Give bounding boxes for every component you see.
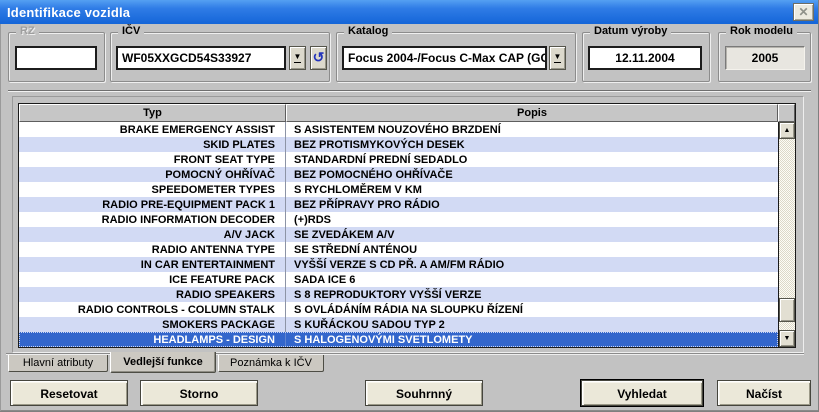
undo-icon: ↺ (313, 50, 325, 64)
tab-poznamka-k-icv[interactable]: Poznámka k IČV (218, 355, 324, 372)
cell-typ: SMOKERS PACKAGE (19, 317, 286, 332)
katalog-group: Katalog Focus 2004-/Focus C-Max CAP (GC … (336, 32, 576, 82)
cell-popis: S 8 REPRODUKTORY VYŠŠÍ VERZE (286, 288, 778, 302)
column-header-typ[interactable]: Typ (19, 104, 286, 122)
column-header-pad (778, 104, 795, 122)
cell-typ: ICE FEATURE PACK (19, 272, 286, 287)
cell-popis: VYŠŠÍ VERZE S CD PŘ. A AM/FM RÁDIO (286, 258, 778, 272)
table-row[interactable]: IN CAR ENTERTAINMENT VYŠŠÍ VERZE S CD PŘ… (19, 257, 778, 272)
table-row[interactable]: RADIO CONTROLS - COLUMN STALK S OVLÁDÁNÍ… (19, 302, 778, 317)
datum-vyroby-group: Datum výroby 12.11.2004 (582, 32, 710, 82)
cell-typ: RADIO SPEAKERS (19, 287, 286, 302)
storno-button[interactable]: Storno (140, 380, 258, 406)
table-row[interactable]: HEADLAMPS - DESIGN S HALOGENOVÝMI SVETLO… (19, 332, 778, 347)
cell-typ: POMOCNÝ OHŘÍVAČ (19, 167, 286, 182)
scrollbar-track[interactable] (779, 139, 795, 330)
table-row[interactable]: RADIO PRE-EQUIPMENT PACK 1 BEZ PŘÍPRAVY … (19, 197, 778, 212)
scrollbar-thumb[interactable] (779, 298, 795, 322)
close-icon: ✕ (798, 5, 808, 19)
table-row[interactable]: BRAKE EMERGENCY ASSIST S ASISTENTEM NOUZ… (19, 122, 778, 137)
souhrnny-button[interactable]: Souhrnný (365, 380, 483, 406)
rok-modelu-label: Rok modelu (726, 25, 797, 37)
cell-popis: S OVLÁDÁNÍM RÁDIA NA SLOUPKU ŘÍZENÍ (286, 303, 778, 317)
table-row[interactable]: ICE FEATURE PACK SADA ICE 6 (19, 272, 778, 287)
rz-group: RZ (8, 32, 105, 82)
cell-typ: SKID PLATES (19, 137, 286, 152)
title-bar: Identifikace vozidla ✕ (0, 0, 819, 24)
vertical-scrollbar[interactable]: ▲ ▼ (778, 122, 795, 347)
cell-typ: RADIO PRE-EQUIPMENT PACK 1 (19, 197, 286, 212)
table-header: Typ Popis (19, 104, 795, 122)
cell-typ: RADIO ANTENNA TYPE (19, 242, 286, 257)
katalog-value[interactable]: Focus 2004-/Focus C-Max CAP (GC (342, 46, 547, 70)
cell-typ: RADIO CONTROLS - COLUMN STALK (19, 302, 286, 317)
grid-panel: Typ Popis BRAKE EMERGENCY ASSIST S ASIST… (12, 96, 804, 353)
datum-vyroby-value[interactable]: 12.11.2004 (588, 46, 702, 70)
window-title: Identifikace vozidla (0, 5, 130, 20)
cell-popis: BEZ PROTISMYKOVÝCH DESEK (286, 138, 778, 152)
table-row[interactable]: RADIO ANTENNA TYPE SE STŘEDNÍ ANTÉNOU (19, 242, 778, 257)
scroll-down-button[interactable]: ▼ (779, 330, 795, 347)
icv-dropdown-button[interactable]: ▼ (289, 46, 306, 70)
rz-label: RZ (16, 25, 39, 37)
cell-popis: SADA ICE 6 (286, 273, 778, 287)
rok-modelu-value: 2005 (725, 46, 805, 70)
resetovat-button[interactable]: Resetovat (10, 380, 128, 406)
attributes-table: Typ Popis BRAKE EMERGENCY ASSIST S ASIST… (18, 103, 796, 348)
icv-input[interactable] (116, 46, 286, 70)
horizontal-divider (8, 90, 811, 92)
cell-popis: SE ZVEDÁKEM A/V (286, 228, 778, 242)
nacist-button[interactable]: Načíst (717, 380, 811, 406)
table-row[interactable]: SPEEDOMETER TYPES S RYCHLOMĚREM V KM (19, 182, 778, 197)
cell-typ: SPEEDOMETER TYPES (19, 182, 286, 197)
cell-popis: BEZ PŘÍPRAVY PRO RÁDIO (286, 198, 778, 212)
cell-typ: HEADLAMPS - DESIGN (19, 332, 286, 347)
table-body: BRAKE EMERGENCY ASSIST S ASISTENTEM NOUZ… (19, 122, 778, 347)
close-button[interactable]: ✕ (793, 3, 814, 21)
rok-modelu-group: Rok modelu 2005 (718, 32, 811, 82)
icv-group: IČV ▼ ↺ (110, 32, 330, 82)
cell-popis: S HALOGENOVÝMI SVETLOMETY (286, 333, 778, 347)
cell-popis: S RYCHLOMĚREM V KM (286, 183, 778, 197)
scroll-up-icon: ▲ (784, 127, 791, 134)
table-row[interactable]: RADIO INFORMATION DECODER (+)RDS (19, 212, 778, 227)
scroll-down-icon: ▼ (784, 335, 791, 342)
rz-input[interactable] (15, 46, 97, 70)
dropdown-arrow-icon: ▼ (554, 53, 562, 63)
scroll-up-button[interactable]: ▲ (779, 122, 795, 139)
cell-popis: (+)RDS (286, 213, 778, 227)
identifikace-vozidla-dialog: Identifikace vozidla ✕ RZ IČV ▼ ↺ Katalo… (0, 0, 819, 412)
table-row[interactable]: RADIO SPEAKERS S 8 REPRODUKTORY VYŠŠÍ VE… (19, 287, 778, 302)
icv-undo-button[interactable]: ↺ (310, 46, 327, 70)
cell-typ: A/V JACK (19, 227, 286, 242)
dropdown-arrow-icon: ▼ (294, 53, 302, 63)
cell-typ: FRONT SEAT TYPE (19, 152, 286, 167)
table-row[interactable]: A/V JACK SE ZVEDÁKEM A/V (19, 227, 778, 242)
icv-label: IČV (118, 25, 144, 37)
table-row[interactable]: POMOCNÝ OHŘÍVAČ BEZ POMOCNÉHO OHŘÍVAČE (19, 167, 778, 182)
table-row[interactable]: SKID PLATES BEZ PROTISMYKOVÝCH DESEK (19, 137, 778, 152)
column-header-popis[interactable]: Popis (286, 104, 778, 122)
cell-typ: BRAKE EMERGENCY ASSIST (19, 122, 286, 137)
cell-typ: RADIO INFORMATION DECODER (19, 212, 286, 227)
cell-typ: IN CAR ENTERTAINMENT (19, 257, 286, 272)
katalog-label: Katalog (344, 25, 392, 37)
cell-popis: BEZ POMOCNÉHO OHŘÍVAČE (286, 168, 778, 182)
table-row[interactable]: SMOKERS PACKAGE S KUŘÁCKOU SADOU TYP 2 (19, 317, 778, 332)
tab-vedlejsi-funkce[interactable]: Vedlejší funkce (110, 352, 216, 373)
tab-hlavni-atributy[interactable]: Hlavní atributy (8, 355, 108, 372)
cell-popis: SE STŘEDNÍ ANTÉNOU (286, 243, 778, 257)
table-row[interactable]: FRONT SEAT TYPE STANDARDNÍ PREDNÍ SEDADL… (19, 152, 778, 167)
cell-popis: STANDARDNÍ PREDNÍ SEDADLO (286, 153, 778, 167)
katalog-dropdown-button[interactable]: ▼ (549, 46, 566, 70)
vyhledat-button[interactable]: Vyhledat (581, 380, 703, 406)
datum-vyroby-label: Datum výroby (590, 25, 671, 37)
cell-popis: S ASISTENTEM NOUZOVÉHO BRZDENÍ (286, 123, 778, 137)
cell-popis: S KUŘÁCKOU SADOU TYP 2 (286, 318, 778, 332)
